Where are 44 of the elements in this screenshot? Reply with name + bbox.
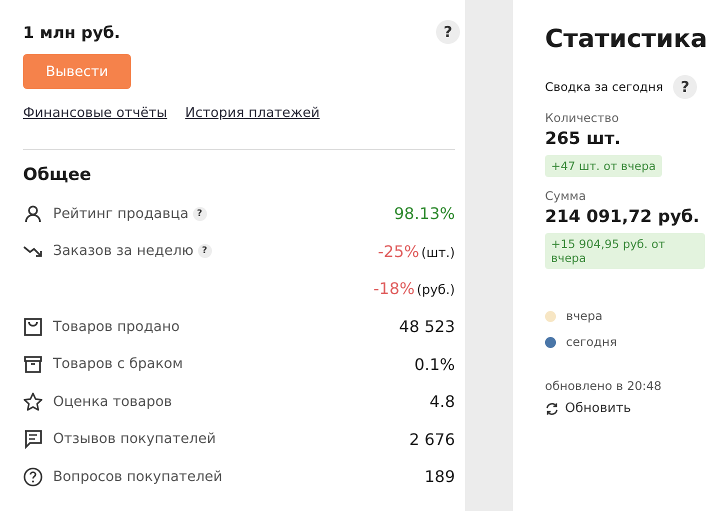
stat-value: 98.13% [394, 204, 455, 224]
help-button[interactable]: ? [436, 20, 460, 44]
stat-label: Товаров с браком [53, 356, 183, 372]
stat-value: 189 [424, 467, 455, 486]
stat-value: -18% [373, 279, 415, 298]
help-button[interactable]: ? [192, 206, 207, 221]
refresh-icon [545, 402, 559, 416]
updated-time: обновлено в 20:48 [545, 379, 662, 393]
message-icon [23, 429, 43, 450]
box-icon [23, 354, 43, 374]
stat-value: -25% [378, 242, 420, 261]
legend-label: вчера [566, 309, 603, 323]
bag-icon [23, 316, 43, 337]
help-button[interactable]: ? [673, 75, 698, 99]
unit-label: (шт.) [421, 246, 455, 261]
help-button[interactable]: ? [198, 244, 212, 258]
balance-amount: 1 млн руб. [23, 22, 120, 42]
stat-label: Оценка товаров [53, 394, 172, 410]
stat-label: Рейтинг продавца [53, 206, 189, 222]
stat-value: 2 676 [409, 430, 455, 449]
unit-label: (руб.) [416, 283, 455, 298]
stat-label: Товаров продано [53, 318, 180, 335]
delta-badge: +15 904,95 руб. от вчера [545, 233, 705, 269]
metric-value: 265 шт. [545, 129, 621, 149]
stat-label: Вопросов покупателей [53, 468, 222, 485]
metric-label: Сумма [545, 189, 586, 203]
person-icon [23, 204, 43, 224]
metric-value: 214 091,72 руб. [545, 207, 700, 227]
star-icon [23, 392, 43, 412]
metric-label: Количество [545, 111, 619, 125]
link[interactable]: Финансовые отчёты [23, 105, 168, 121]
panel-title: Статистика [545, 24, 708, 53]
refresh-button[interactable]: Обновить [545, 401, 632, 416]
stat-value: 0.1% [414, 354, 455, 374]
delta-badge: +47 шт. от вчера [545, 155, 662, 177]
stat-value: 48 523 [399, 317, 455, 336]
summary-title: Сводка за сегодня [545, 80, 664, 94]
legend-label: сегодня [566, 335, 617, 349]
stat-label: Отзывов покупателей [53, 431, 216, 448]
question-icon [23, 466, 43, 487]
section-title: Общее [23, 165, 92, 185]
stat-label: Заказов за неделю [53, 243, 194, 260]
stat-value: 4.8 [430, 392, 455, 412]
link[interactable]: История платежей [185, 105, 320, 121]
